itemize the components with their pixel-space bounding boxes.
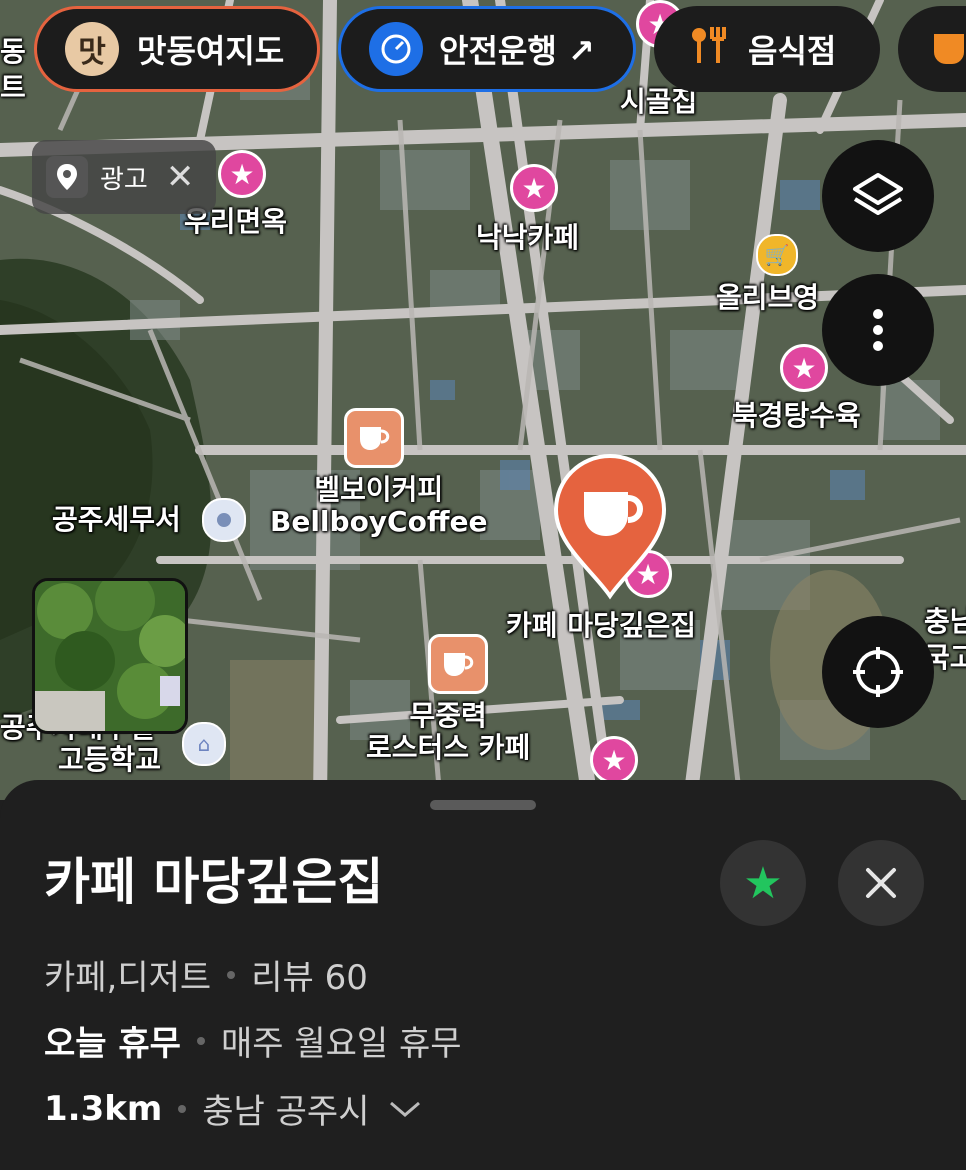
fork-knife-icon (690, 25, 728, 74)
more-vertical-icon (873, 309, 883, 351)
place-region: 충남 공주시 (202, 1092, 370, 1132)
place-detail-sheet: 카페 마당깊은집 ★ 카페,디저트 리뷰 60 오늘 휴무 매주 월요일 휴무 … (0, 780, 966, 1170)
map-label-bellboy-coffee[interactable]: 벨보이커피 BellboyCoffee (270, 473, 488, 539)
layers-button[interactable] (822, 140, 934, 252)
chevron-down-icon (389, 1101, 420, 1117)
place-location-row[interactable]: 1.3km 충남 공주시 (44, 1084, 422, 1133)
speedometer-icon (369, 22, 423, 76)
chip-food-map[interactable]: 맛 맛동여지도 (34, 6, 320, 92)
mujungryeok-line-1: 무중력 (409, 699, 487, 732)
close-icon (866, 868, 896, 898)
close-ad-icon[interactable]: ✕ (166, 157, 195, 197)
mujungryeok-line-2: 로스터스 카페 (366, 731, 531, 765)
place-category: 카페,디저트 (44, 958, 212, 998)
crosshair-icon (853, 647, 903, 697)
close-button[interactable] (838, 840, 924, 926)
place-hours: 매주 월요일 휴무 (220, 1024, 462, 1064)
street-view-thumbnail[interactable] (32, 578, 188, 734)
map-label-sigolzip[interactable]: 시골집 (620, 85, 697, 118)
food-map-icon: 맛 (65, 22, 119, 76)
public-office-pin[interactable] (202, 498, 246, 542)
cart-icon: 🛒 (764, 243, 790, 267)
chip-food-map-label: 맛동여지도 (137, 32, 285, 70)
place-reviews[interactable]: 리뷰 60 (251, 950, 368, 999)
map-label-edge-left-2: 트 (0, 71, 26, 104)
star-icon: ★ (521, 171, 547, 205)
ad-label: 광고 (100, 164, 148, 195)
circle-icon (217, 513, 231, 527)
favorite-button[interactable]: ★ (720, 840, 806, 926)
map-view[interactable]: 동 트 충남 국고 ★ 우리면옥 ★ 낙낙카페 시골집 ★ 🛒 올리브영 ★ 북… (0, 0, 966, 800)
bellboy-korean-name: 벨보이커피 (314, 473, 444, 506)
coffee-cup-icon (360, 427, 390, 450)
star-icon: ★ (229, 157, 255, 191)
favorite-place-pin[interactable]: ★ (218, 150, 266, 198)
star-icon: ★ (601, 743, 627, 777)
layers-icon (853, 173, 903, 215)
chip-safe-drive[interactable]: 안전운행 ↗ (338, 6, 636, 92)
map-label-cafe-madang[interactable]: 카페 마당깊은집 (506, 609, 696, 642)
school-line-2: 고등학교 (58, 743, 162, 777)
separator-dot (178, 1104, 187, 1113)
map-label-tax-office[interactable]: 공주세무서 (52, 503, 181, 536)
ad-banner[interactable]: 광고 ✕ (32, 140, 216, 214)
map-label-bukgyeong[interactable]: 북경탕수육 (732, 399, 861, 432)
favorite-place-pin[interactable]: ★ (590, 736, 638, 784)
star-icon: ★ (791, 351, 817, 385)
selected-place-marker[interactable] (552, 452, 668, 600)
map-label-mujungryeok[interactable]: 무중력 로스터스 카페 (366, 699, 531, 765)
chip-restaurant[interactable]: 음식점 (654, 6, 880, 92)
chip-safe-drive-label: 안전운행 ↗ (439, 32, 595, 70)
place-distance: 1.3km (44, 1088, 163, 1129)
favorite-place-pin[interactable]: ★ (510, 164, 558, 212)
coffee-cup-icon (444, 653, 474, 676)
location-pin-icon (46, 156, 88, 198)
place-status: 오늘 휴무 (44, 1024, 181, 1064)
shopping-pin[interactable]: 🛒 (756, 234, 798, 276)
place-name: 카페 마당깊은집 (44, 853, 384, 911)
separator-dot (196, 1036, 205, 1045)
map-label-edge-right: 충남 (924, 605, 966, 638)
bellboy-english-name: BellboyCoffee (270, 505, 488, 539)
current-location-button[interactable] (822, 616, 934, 728)
separator-dot (227, 970, 236, 979)
chip-restaurant-label: 음식점 (748, 32, 837, 70)
map-label-olive-young[interactable]: 올리브영 (716, 281, 819, 314)
cafe-pin-mujungryeok[interactable] (428, 634, 488, 694)
map-label-nakrak-cafe[interactable]: 낙낙카페 (476, 221, 579, 254)
place-hours-row[interactable]: 오늘 휴무 매주 월요일 휴무 (44, 1016, 462, 1065)
school-icon: ⌂ (197, 732, 211, 756)
ivy-wall-photo (35, 581, 185, 731)
sheet-drag-handle[interactable] (430, 800, 536, 810)
place-meta-row: 카페,디저트 리뷰 60 (44, 950, 368, 999)
map-label-edge-left: 동 (0, 35, 26, 68)
cafe-pin-bellboy[interactable] (344, 408, 404, 468)
star-icon: ★ (743, 857, 783, 909)
cup-icon (934, 34, 964, 64)
school-pin[interactable]: ⌂ (182, 722, 226, 766)
favorite-place-pin[interactable]: ★ (780, 344, 828, 392)
more-options-button[interactable] (822, 274, 934, 386)
